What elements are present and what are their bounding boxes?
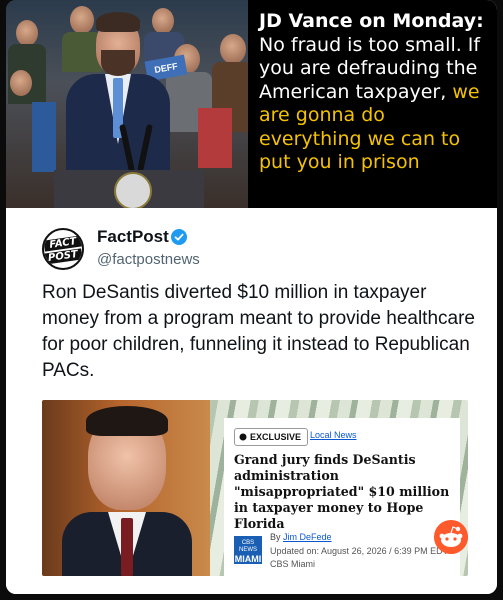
exclusive-label: EXCLUSIVE bbox=[250, 432, 302, 442]
logo-big-text: MIAMI bbox=[234, 554, 262, 564]
exclusive-badge: EXCLUSIVE bbox=[234, 428, 309, 446]
outlet-name: CBS Miami bbox=[270, 559, 316, 569]
factpost-avatar[interactable]: FACT POST bbox=[42, 228, 84, 270]
article-preview[interactable]: EXCLUSIVE Local News Grand jury finds De… bbox=[42, 400, 468, 576]
article-headline[interactable]: Grand jury finds DeSantis administration… bbox=[234, 452, 454, 532]
vice-president-seal bbox=[114, 172, 152, 208]
exclusive-dot-icon bbox=[239, 433, 247, 441]
meme-quote-white: No fraud is too small. If you are defrau… bbox=[259, 33, 481, 103]
verified-badge-icon bbox=[171, 229, 187, 245]
factpost-post[interactable]: FACT POST FactPost @factpostnews Ron DeS… bbox=[6, 208, 497, 594]
article-card[interactable]: EXCLUSIVE Local News Grand jury finds De… bbox=[224, 418, 460, 576]
logo-small-text: CBS NEWS bbox=[239, 540, 257, 553]
updated-timestamp: Updated on: August 26, 2026 / 6:39 PM ED… bbox=[270, 546, 449, 556]
shared-post-card: DEFF JD Vance on Monday: No fraud is too… bbox=[6, 0, 497, 594]
post-text: Ron DeSantis diverted $10 million in tax… bbox=[42, 282, 475, 381]
account-name[interactable]: FactPost bbox=[97, 227, 169, 247]
section-link[interactable]: Local News bbox=[310, 430, 357, 440]
desantis-photo bbox=[42, 400, 210, 576]
meme-panel: DEFF JD Vance on Monday: No fraud is too… bbox=[6, 0, 497, 208]
reddit-icon[interactable] bbox=[434, 520, 468, 554]
meme-quote: JD Vance on Monday: No fraud is too smal… bbox=[259, 10, 491, 175]
account-handle[interactable]: @factpostnews bbox=[97, 251, 200, 268]
meme-quote-lead: JD Vance on Monday: bbox=[259, 10, 484, 32]
desantis-tie bbox=[121, 518, 133, 576]
vance-speaking-photo: DEFF bbox=[6, 0, 248, 208]
campaign-sign bbox=[198, 108, 232, 168]
campaign-sign bbox=[32, 102, 56, 172]
author-link[interactable]: Jim DeFede bbox=[283, 532, 332, 542]
cbs-miami-logo: CBS NEWS MIAMI bbox=[234, 536, 262, 564]
byline: By Jim DeFede bbox=[270, 532, 332, 542]
byline-prefix: By bbox=[270, 532, 281, 542]
